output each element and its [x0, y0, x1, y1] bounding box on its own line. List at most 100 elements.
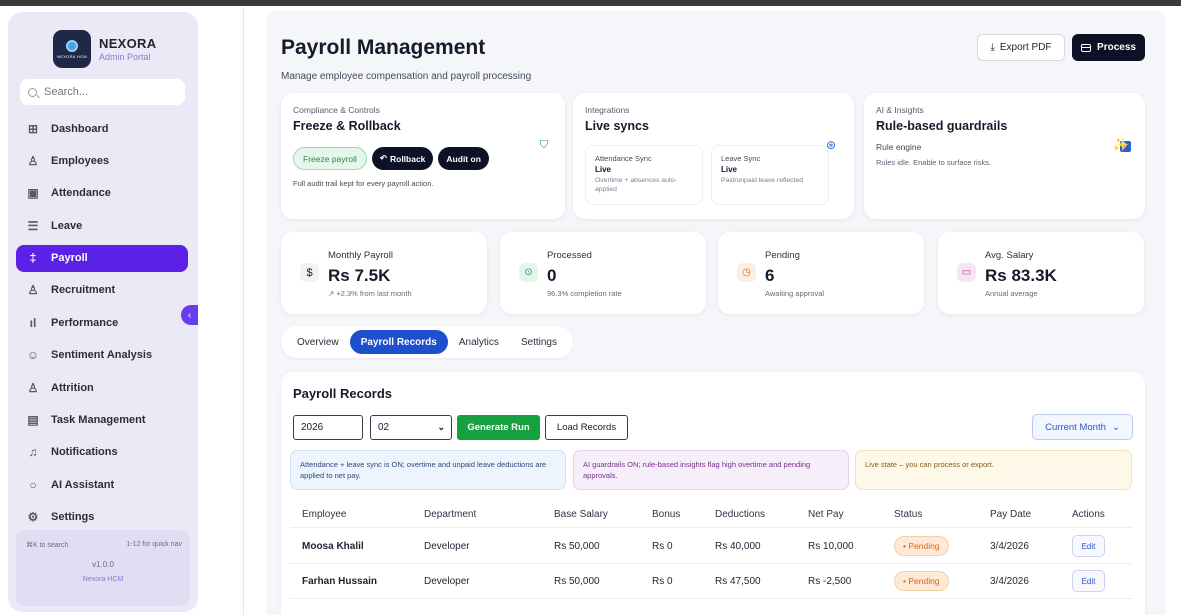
card-title: Rule-based guardrails — [876, 119, 1008, 133]
stat-card-pending: ◷ Pending 6 Awaiting approval — [718, 232, 924, 314]
stat-label: Pending — [765, 250, 800, 261]
sidebar-item-notifications[interactable]: ♫ Notifications — [16, 439, 188, 466]
shield-check-icon: ⛉ — [539, 139, 548, 151]
collapse-sidebar-button[interactable]: ‹ — [181, 305, 198, 325]
sync-desc: Overtime + absences auto-applied — [595, 177, 677, 193]
tab-payroll-records[interactable]: Payroll Records — [349, 330, 448, 354]
column-header[interactable]: Pay Date — [990, 509, 1031, 520]
sync-title: Leave Sync — [721, 154, 761, 163]
search-input[interactable] — [44, 86, 174, 98]
department: Developer — [424, 575, 470, 587]
stat-sub: Awaiting approval — [765, 289, 825, 298]
attendance-sync-box: Attendance Sync Live Overtime + absences… — [585, 145, 703, 205]
brand-subtitle: Admin Portal — [99, 52, 151, 62]
smile-icon: ☺ — [26, 348, 40, 363]
sidebar-item-performance[interactable]: ıl Performance — [16, 309, 188, 336]
user-icon: ♙ — [27, 153, 39, 168]
sidebar-item-dashboard[interactable]: ⊞ Dashboard — [16, 115, 188, 142]
chevron-left-icon: ‹ — [187, 309, 192, 321]
freeze-payroll-button[interactable]: Freeze payroll — [293, 147, 367, 170]
logo: NEXORA HCM — [53, 30, 91, 68]
search-shortcut-hint: ⌘K to search — [26, 542, 69, 549]
version-label: v1.0.0 — [92, 560, 114, 569]
stat-label: Processed — [547, 250, 592, 261]
sidebar-item-task-management[interactable]: ▤ Task Management — [16, 407, 188, 434]
stat-card-avg-salary: ▭ Avg. Salary Rs 83.3K Annual average — [938, 232, 1144, 314]
period-label: Current Month — [1045, 421, 1106, 433]
period-dropdown[interactable]: Current Month ⌄ — [1032, 414, 1133, 440]
tab-settings[interactable]: Settings — [510, 330, 568, 354]
sync-status: Live — [721, 165, 738, 174]
grid-icon: ⊞ — [27, 121, 39, 136]
user-icon: ♙ — [27, 283, 39, 298]
divider — [243, 8, 244, 615]
stat-value: 6 — [765, 266, 775, 285]
sidebar-item-sentiment-analysis[interactable]: ☺ Sentiment Analysis — [16, 342, 188, 369]
pay-date: 3/4/2026 — [990, 575, 1029, 587]
bar-chart-icon: ıl — [29, 315, 37, 330]
load-records-button[interactable]: Load Records — [545, 415, 628, 440]
sidebar-item-employees[interactable]: ♙ Employees — [16, 147, 188, 174]
page-title: Payroll Management — [281, 36, 486, 59]
rollback-button[interactable]: ↶ Rollback — [371, 147, 434, 170]
gear-icon: ⚙ — [27, 510, 39, 525]
card-eyebrow: AI & Insights — [876, 105, 924, 115]
edit-button[interactable]: Edit — [1072, 570, 1105, 592]
export-pdf-button[interactable]: ⤓ Export PDF — [977, 34, 1065, 61]
column-header[interactable]: Net Pay — [808, 509, 844, 520]
sidebar-item-attrition[interactable]: ♙ Attrition — [16, 374, 188, 401]
year-input[interactable] — [293, 415, 363, 440]
edit-button[interactable]: Edit — [1072, 535, 1105, 557]
sidebar-item-settings[interactable]: ⚙ Settings — [16, 504, 188, 531]
audit-toggle-button[interactable]: Audit on — [438, 147, 489, 170]
page-subtitle: Manage employee compensation and payroll… — [281, 71, 532, 82]
net-pay: Rs -2,500 — [808, 575, 852, 587]
undo-icon: ↶ — [379, 153, 387, 163]
sidebar: NEXORA HCM NEXORA Admin Portal ⊞ Dashboar… — [8, 12, 198, 612]
sidebar-item-leave[interactable]: ☰ Leave — [16, 212, 188, 239]
payroll-records-panel: Payroll Records 02 ⌄ Generate Run Load R… — [281, 372, 1145, 615]
column-header[interactable]: Base Salary — [554, 509, 608, 520]
sidebar-item-payroll[interactable]: ‡ Payroll — [16, 244, 188, 272]
generate-run-button[interactable]: Generate Run — [457, 415, 540, 440]
sync-desc: Paid/unpaid leave reflected — [721, 177, 803, 184]
sidebar-item-label: Payroll — [51, 252, 88, 265]
column-header[interactable]: Bonus — [652, 509, 680, 520]
sidebar-item-recruitment[interactable]: ♙ Recruitment — [16, 277, 188, 304]
ai-insights-card: AI & Insights Rule-based guardrails ✨ Ru… — [864, 93, 1145, 219]
sidebar-item-label: Attrition — [51, 381, 94, 394]
net-pay: Rs 10,000 — [808, 540, 854, 552]
month-select[interactable]: 02 ⌄ — [370, 415, 452, 440]
table-row: Moosa Khalil Developer Rs 50,000 Rs 0 Rs… — [290, 529, 1133, 564]
sidebar-item-label: Notifications — [51, 446, 118, 459]
sync-notice: Attendance + leave sync is ON; overtime … — [290, 450, 566, 490]
search-box[interactable] — [20, 79, 185, 105]
tab-analytics[interactable]: Analytics — [448, 330, 510, 354]
base-salary: Rs 50,000 — [554, 575, 600, 587]
process-button[interactable]: Process — [1072, 34, 1145, 61]
sidebar-item-label: Settings — [51, 511, 95, 524]
column-header[interactable]: Status — [894, 509, 922, 520]
pay-date: 3/4/2026 — [990, 540, 1029, 552]
rule-engine-label: Rule engine — [876, 141, 922, 152]
clock-icon: ◷ — [737, 263, 756, 282]
export-pdf-label: Export PDF — [999, 42, 1052, 53]
stat-value: 0 — [547, 266, 557, 285]
sidebar-item-label: Leave — [51, 219, 83, 232]
download-icon: ⤓ — [990, 42, 995, 53]
stat-label: Avg. Salary — [985, 250, 1034, 261]
tab-overview[interactable]: Overview — [286, 330, 350, 354]
column-header[interactable]: Deductions — [715, 509, 765, 520]
sidebar-item-attendance[interactable]: ▣ Attendance — [16, 180, 188, 207]
column-header[interactable]: Employee — [302, 509, 346, 520]
process-label: Process — [1097, 42, 1136, 53]
sidebar-item-label: AI Assistant — [51, 478, 115, 491]
sidebar-item-label: Employees — [51, 154, 110, 167]
ai-notice: AI guardrails ON; rule-based insights fl… — [573, 450, 849, 490]
sidebar-item-ai-assistant[interactable]: ○ AI Assistant — [16, 471, 188, 498]
dollar-icon: $ — [300, 263, 319, 282]
column-header[interactable]: Department — [424, 509, 476, 520]
sidebar-item-label: Attendance — [51, 187, 111, 200]
check-circle-icon: ⊙ — [519, 263, 538, 282]
card-title: Freeze & Rollback — [293, 119, 401, 133]
